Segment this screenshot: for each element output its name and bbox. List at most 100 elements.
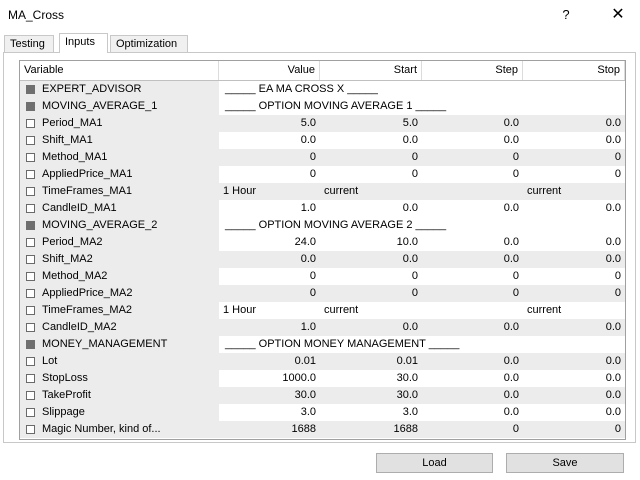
section-row[interactable]: MOVING_AVERAGE_2 _____ OPTION MOVING AVER… — [20, 217, 625, 234]
value-cell[interactable]: 0.01 — [219, 353, 320, 370]
stop-cell[interactable]: 0 — [523, 285, 625, 302]
param-row[interactable]: Method_MA1 0 0 0 0 — [20, 149, 625, 166]
section-row[interactable]: MONEY_MANAGEMENT _____ OPTION MONEY MANAG… — [20, 336, 625, 353]
stop-cell[interactable]: 0.0 — [523, 251, 625, 268]
param-row[interactable]: CandleID_MA1 1.0 0.0 0.0 0.0 — [20, 200, 625, 217]
optimize-checkbox[interactable] — [26, 323, 35, 332]
tab-testing[interactable]: Testing — [4, 35, 54, 52]
start-cell[interactable]: 0 — [320, 166, 422, 183]
step-cell[interactable] — [422, 302, 523, 319]
load-button[interactable]: Load — [376, 453, 493, 473]
help-button[interactable]: ? — [552, 4, 580, 26]
stop-cell[interactable]: 0.0 — [523, 387, 625, 404]
value-cell[interactable]: 5.0 — [219, 115, 320, 132]
step-cell[interactable]: 0.0 — [422, 115, 523, 132]
value-cell[interactable]: 0 — [219, 268, 320, 285]
value-cell[interactable]: 30.0 — [219, 387, 320, 404]
start-cell[interactable]: 5.0 — [320, 115, 422, 132]
header-variable[interactable]: Variable — [20, 61, 219, 80]
param-row[interactable]: Lot 0.01 0.01 0.0 0.0 — [20, 353, 625, 370]
param-row[interactable]: TimeFrames_MA1 1 Hour current current — [20, 183, 625, 200]
step-cell[interactable]: 0.0 — [422, 132, 523, 149]
value-cell[interactable]: 24.0 — [219, 234, 320, 251]
step-cell[interactable]: 0 — [422, 268, 523, 285]
optimize-checkbox[interactable] — [26, 102, 35, 111]
stop-cell[interactable]: 0.0 — [523, 353, 625, 370]
step-cell[interactable]: 0.0 — [422, 370, 523, 387]
value-cell[interactable]: 1688 — [219, 421, 320, 438]
stop-cell[interactable]: 0 — [523, 268, 625, 285]
optimize-checkbox[interactable] — [26, 221, 35, 230]
optimize-checkbox[interactable] — [26, 340, 35, 349]
stop-cell[interactable]: current — [523, 302, 625, 319]
start-cell[interactable]: 0.0 — [320, 251, 422, 268]
param-row[interactable]: Shift_MA2 0.0 0.0 0.0 0.0 — [20, 251, 625, 268]
optimize-checkbox[interactable] — [26, 306, 35, 315]
param-row[interactable]: Method_MA2 0 0 0 0 — [20, 268, 625, 285]
start-cell[interactable]: 0.01 — [320, 353, 422, 370]
header-step[interactable]: Step — [422, 61, 523, 80]
value-cell[interactable]: 0.0 — [219, 251, 320, 268]
param-row[interactable]: CandleID_MA2 1.0 0.0 0.0 0.0 — [20, 319, 625, 336]
optimize-checkbox[interactable] — [26, 357, 35, 366]
section-row[interactable]: MOVING_AVERAGE_1 _____ OPTION MOVING AVER… — [20, 98, 625, 115]
stop-cell[interactable]: 0.0 — [523, 234, 625, 251]
start-cell[interactable]: 30.0 — [320, 370, 422, 387]
optimize-checkbox[interactable] — [26, 153, 35, 162]
start-cell[interactable]: 0 — [320, 149, 422, 166]
param-row[interactable]: Magic Number, kind of... 1688 1688 0 0 — [20, 421, 625, 438]
stop-cell[interactable]: 0.0 — [523, 115, 625, 132]
start-cell[interactable]: current — [320, 302, 422, 319]
stop-cell[interactable]: 0 — [523, 166, 625, 183]
value-cell[interactable]: 0 — [219, 149, 320, 166]
optimize-checkbox[interactable] — [26, 374, 35, 383]
optimize-checkbox[interactable] — [26, 187, 35, 196]
stop-cell[interactable]: 0.0 — [523, 319, 625, 336]
tab-optimization[interactable]: Optimization — [110, 35, 188, 52]
param-row[interactable]: Period_MA1 5.0 5.0 0.0 0.0 — [20, 115, 625, 132]
step-cell[interactable]: 0.0 — [422, 387, 523, 404]
value-cell[interactable]: 0 — [219, 166, 320, 183]
header-stop[interactable]: Stop — [523, 61, 625, 80]
optimize-checkbox[interactable] — [26, 425, 35, 434]
stop-cell[interactable]: 0.0 — [523, 370, 625, 387]
param-row[interactable]: TimeFrames_MA2 1 Hour current current — [20, 302, 625, 319]
value-cell[interactable]: 1.0 — [219, 319, 320, 336]
start-cell[interactable]: 0.0 — [320, 132, 422, 149]
close-button[interactable]: ✕ — [604, 4, 632, 26]
param-row[interactable]: Period_MA2 24.0 10.0 0.0 0.0 — [20, 234, 625, 251]
step-cell[interactable]: 0.0 — [422, 200, 523, 217]
value-cell[interactable]: 3.0 — [219, 404, 320, 421]
start-cell[interactable]: 0 — [320, 268, 422, 285]
step-cell[interactable]: 0 — [422, 421, 523, 438]
start-cell[interactable]: current — [320, 183, 422, 200]
stop-cell[interactable]: 0.0 — [523, 404, 625, 421]
value-cell[interactable]: 1.0 — [219, 200, 320, 217]
stop-cell[interactable]: 0 — [523, 149, 625, 166]
param-row[interactable]: Shift_MA1 0.0 0.0 0.0 0.0 — [20, 132, 625, 149]
start-cell[interactable]: 1688 — [320, 421, 422, 438]
param-row[interactable]: AppliedPrice_MA2 0 0 0 0 — [20, 285, 625, 302]
optimize-checkbox[interactable] — [26, 85, 35, 94]
save-button[interactable]: Save — [506, 453, 624, 473]
start-cell[interactable]: 0.0 — [320, 319, 422, 336]
start-cell[interactable]: 0 — [320, 285, 422, 302]
value-cell[interactable]: 0.0 — [219, 132, 320, 149]
optimize-checkbox[interactable] — [26, 289, 35, 298]
optimize-checkbox[interactable] — [26, 238, 35, 247]
step-cell[interactable]: 0.0 — [422, 319, 523, 336]
optimize-checkbox[interactable] — [26, 255, 35, 264]
param-row[interactable]: TakeProfit 30.0 30.0 0.0 0.0 — [20, 387, 625, 404]
tab-inputs[interactable]: Inputs — [59, 33, 108, 53]
value-cell[interactable]: 0 — [219, 285, 320, 302]
optimize-checkbox[interactable] — [26, 170, 35, 179]
optimize-checkbox[interactable] — [26, 272, 35, 281]
stop-cell[interactable]: 0.0 — [523, 200, 625, 217]
stop-cell[interactable]: 0.0 — [523, 132, 625, 149]
start-cell[interactable]: 10.0 — [320, 234, 422, 251]
optimize-checkbox[interactable] — [26, 136, 35, 145]
header-value[interactable]: Value — [219, 61, 320, 80]
start-cell[interactable]: 30.0 — [320, 387, 422, 404]
section-row[interactable]: EXPERT_ADVISOR _____ EA MA CROSS X _____ — [20, 81, 625, 98]
step-cell[interactable]: 0 — [422, 285, 523, 302]
